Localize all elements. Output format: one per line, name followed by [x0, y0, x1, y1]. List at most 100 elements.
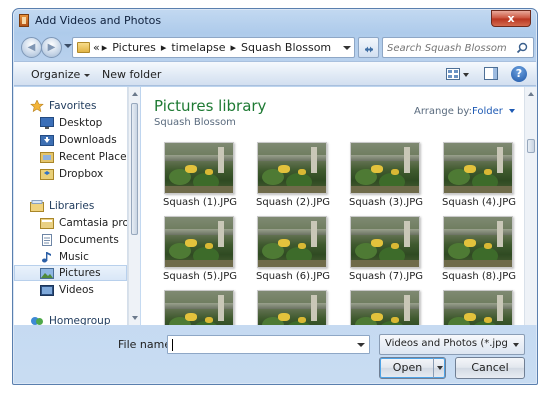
music-note-icon: [42, 252, 51, 263]
file-thumbnail[interactable]: Squash (6).JPG: [251, 216, 335, 288]
window-title: Add Videos and Photos: [35, 14, 162, 27]
breadcrumb-item-timelapse[interactable]: timelapse: [171, 41, 225, 54]
file-type-filter-value: Videos and Photos (*.jpg;*.png;: [385, 338, 507, 349]
file-thumbnail[interactable]: Squash (5).JPG: [158, 216, 242, 288]
breadcrumb-item-squash-blossom[interactable]: Squash Blossom: [241, 41, 331, 54]
scroll-down-arrow-icon[interactable]: [132, 316, 138, 320]
nav-item-label: Music: [59, 251, 89, 263]
breadcrumb-separator: ▸: [160, 41, 167, 54]
nav-item-desktop[interactable]: Desktop: [40, 115, 127, 131]
file-dialog-window: Add Videos and Photos x ◀ ▶ « ▸ Pictures…: [12, 8, 538, 385]
library-subtitle: Squash Blossom: [154, 117, 236, 128]
nav-item-label: Downloads: [59, 134, 117, 146]
text-caret: [172, 339, 173, 351]
nav-item-music[interactable]: Music: [40, 249, 127, 265]
file-list-scrollbar[interactable]: [524, 87, 537, 325]
photo-thumbnail-image: [164, 216, 234, 268]
search-box[interactable]: [382, 37, 534, 58]
title-bar: Add Videos and Photos x: [13, 9, 537, 33]
nav-item-videos[interactable]: Videos: [40, 282, 127, 298]
documents-icon: [42, 234, 52, 246]
breadcrumb-item-pictures[interactable]: Pictures: [112, 41, 156, 54]
nav-item-documents[interactable]: Documents: [40, 232, 127, 248]
file-name-label: Squash (8).JPG: [442, 271, 516, 282]
file-thumbnail[interactable]: Squash (8).JPG: [437, 216, 521, 288]
file-thumbnail[interactable]: Squash (4).JPG: [437, 142, 521, 214]
nav-item-label: Camtasia project: [59, 217, 128, 229]
file-name-combobox[interactable]: [167, 335, 370, 354]
nav-libraries[interactable]: Libraries: [30, 198, 127, 214]
nav-item-recent-places[interactable]: Recent Places: [40, 149, 128, 165]
nav-item-label: Desktop: [59, 117, 103, 129]
nav-favorites[interactable]: Favorites: [30, 98, 127, 114]
file-thumbnail[interactable]: Squash (1).JPG: [158, 142, 242, 214]
nav-favorites-label: Favorites: [49, 100, 97, 112]
file-thumbnail[interactable]: [251, 290, 335, 325]
file-name-label: Squash (6).JPG: [256, 271, 330, 282]
refresh-icon: [364, 46, 373, 53]
preview-pane-icon[interactable]: [484, 67, 498, 80]
back-button[interactable]: ◀: [21, 37, 42, 58]
new-folder-button[interactable]: New folder: [102, 68, 161, 81]
open-button[interactable]: Open: [379, 357, 446, 379]
file-type-filter-select[interactable]: Videos and Photos (*.jpg;*.png;: [379, 334, 525, 355]
libraries-icon: [30, 200, 44, 212]
scrollbar-thumb[interactable]: [527, 139, 535, 153]
scroll-up-arrow-icon[interactable]: [132, 92, 138, 96]
desktop-icon: [40, 117, 54, 129]
file-thumbnail[interactable]: Squash (3).JPG: [344, 142, 428, 214]
file-name-input[interactable]: [171, 338, 351, 352]
file-thumbnail[interactable]: Squash (7).JPG: [344, 216, 428, 288]
file-thumbnail[interactable]: [344, 290, 428, 325]
photo-thumbnail-image: [257, 290, 327, 325]
search-icon[interactable]: [516, 42, 528, 54]
nav-item-pictures[interactable]: Pictures: [14, 265, 127, 281]
command-toolbar: Organize New folder ?: [14, 61, 536, 86]
nav-homegroup[interactable]: Homegroup: [30, 313, 127, 325]
downloads-folder-icon: [40, 135, 54, 146]
nav-item-label: Recent Places: [59, 151, 128, 163]
breadcrumb-separator: ▸: [101, 41, 108, 54]
file-thumbnail[interactable]: [437, 290, 521, 325]
nav-item-dropbox[interactable]: Dropbox: [40, 166, 127, 182]
breadcrumb-overflow[interactable]: «: [93, 41, 100, 54]
file-name-label: Squash (4).JPG: [442, 197, 516, 208]
file-name-dropdown-arrow[interactable]: [357, 343, 365, 347]
photo-thumbnail-image: [350, 216, 420, 268]
nav-item-camtasia-project[interactable]: Camtasia project: [40, 215, 128, 231]
search-input[interactable]: [387, 41, 515, 55]
file-name-label: Squash (2).JPG: [256, 197, 330, 208]
change-view-icon[interactable]: [446, 68, 460, 80]
nav-item-downloads[interactable]: Downloads: [40, 132, 127, 148]
address-bar[interactable]: « ▸ Pictures ▸ timelapse ▸ Squash Blosso…: [72, 37, 355, 58]
file-thumbnail[interactable]: Squash (2).JPG: [251, 142, 335, 214]
recent-locations-dropdown[interactable]: [64, 44, 72, 48]
open-options-dropdown[interactable]: [433, 358, 445, 378]
forward-button[interactable]: ▶: [41, 37, 62, 58]
address-history-dropdown[interactable]: [343, 46, 351, 50]
close-button[interactable]: x: [491, 10, 531, 27]
view-options-dropdown[interactable]: [463, 73, 469, 77]
file-name-label: Squash (3).JPG: [349, 197, 423, 208]
cancel-button[interactable]: Cancel: [455, 357, 525, 379]
chevron-down-icon: [513, 343, 519, 347]
help-icon[interactable]: ?: [511, 66, 527, 82]
star-icon: [30, 100, 44, 112]
scroll-up-arrow-icon[interactable]: [528, 92, 534, 96]
folder-icon: [77, 42, 90, 53]
organize-menu[interactable]: Organize: [31, 68, 91, 81]
organize-label: Organize: [31, 68, 81, 81]
navigation-scrollbar[interactable]: [128, 87, 140, 325]
refresh-button[interactable]: [358, 37, 379, 58]
arrange-by-dropdown[interactable]: Folder: [472, 106, 515, 117]
file-thumbnail[interactable]: [158, 290, 242, 325]
nav-homegroup-label: Homegroup: [49, 315, 111, 325]
photo-thumbnail-image: [443, 142, 513, 194]
dialog-footer: File name: Videos and Photos (*.jpg;*.pn…: [14, 326, 536, 384]
library-title: Pictures library: [154, 97, 267, 115]
scrollbar-thumb[interactable]: [131, 103, 138, 235]
photo-thumbnail-image: [164, 290, 234, 325]
breadcrumb: « ▸ Pictures ▸ timelapse ▸ Squash Blosso…: [93, 41, 331, 54]
pictures-icon: [40, 268, 54, 279]
nav-item-label: Documents: [59, 234, 119, 246]
